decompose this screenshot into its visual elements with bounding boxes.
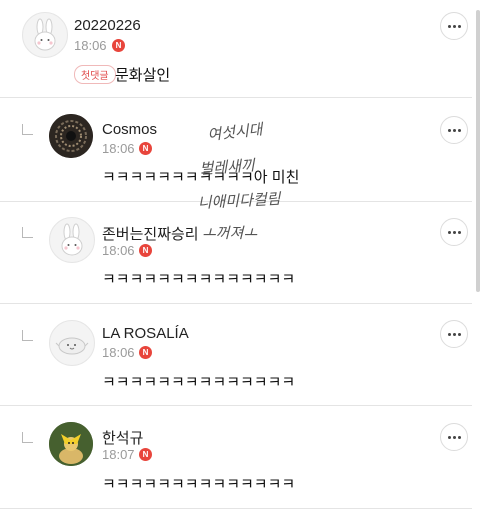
new-badge: N bbox=[139, 448, 152, 461]
comment-author[interactable]: LA ROSALÍA bbox=[102, 325, 189, 342]
avatar[interactable] bbox=[49, 217, 95, 263]
reply-indent-icon bbox=[22, 330, 33, 341]
more-dots-icon bbox=[453, 129, 456, 132]
more-options-button[interactable] bbox=[440, 218, 468, 246]
new-badge: N bbox=[139, 142, 152, 155]
comment-author[interactable]: 존버는진짜승리 bbox=[102, 223, 199, 244]
new-badge: N bbox=[139, 244, 152, 257]
more-dots-icon bbox=[448, 231, 451, 234]
new-badge: N bbox=[139, 346, 152, 359]
more-dots-icon bbox=[453, 436, 456, 439]
first-comment-tag: 첫댓글 bbox=[74, 65, 116, 84]
divider bbox=[0, 508, 472, 509]
more-options-button[interactable] bbox=[440, 116, 468, 144]
divider bbox=[0, 201, 472, 202]
new-badge: N bbox=[112, 39, 125, 52]
comment-text: ㅋㅋㅋㅋㅋㅋㅋㅋㅋㅋㅋㅋㅋㅋ bbox=[102, 374, 296, 391]
comment-time: 18:06 bbox=[102, 243, 135, 258]
divider bbox=[0, 97, 472, 98]
more-dots-icon bbox=[448, 25, 451, 28]
seal-avatar-icon bbox=[55, 337, 89, 355]
comment-text: ㅋㅋㅋㅋㅋㅋㅋㅋㅋㅋㅋ아 미친 bbox=[102, 169, 300, 186]
reply-indent-icon bbox=[22, 124, 33, 135]
handwriting-line: 여섯시대 bbox=[207, 120, 266, 144]
more-options-button[interactable] bbox=[440, 12, 468, 40]
comment-text: 문화살인 bbox=[115, 67, 171, 84]
avatar[interactable] bbox=[22, 12, 68, 58]
reply-indent-icon bbox=[22, 432, 33, 443]
comment-text: ㅋㅋㅋㅋㅋㅋㅋㅋㅋㅋㅋㅋㅋㅋ bbox=[102, 271, 296, 288]
comment-author[interactable]: Cosmos bbox=[102, 121, 157, 138]
more-dots-icon bbox=[458, 231, 461, 234]
comment-time: 18:06 bbox=[74, 38, 107, 53]
more-dots-icon bbox=[453, 25, 456, 28]
more-dots-icon bbox=[458, 436, 461, 439]
comment-author[interactable]: 한석규 bbox=[102, 427, 143, 448]
divider bbox=[0, 303, 472, 304]
comment-time: 18:07 bbox=[102, 447, 135, 462]
more-options-button[interactable] bbox=[440, 320, 468, 348]
handwriting-line: ㅗ꺼져ㅗ bbox=[202, 224, 257, 242]
comment-text: ㅋㅋㅋㅋㅋㅋㅋㅋㅋㅋㅋㅋㅋㅋ bbox=[102, 476, 296, 493]
more-options-button[interactable] bbox=[440, 423, 468, 451]
comment-author[interactable]: 20220226 bbox=[74, 17, 141, 34]
reply-indent-icon bbox=[22, 227, 33, 238]
rabbit-avatar-icon bbox=[34, 18, 56, 51]
spiral-galaxy-avatar bbox=[49, 114, 93, 158]
comment-time: 18:06 bbox=[102, 141, 135, 156]
more-dots-icon bbox=[458, 333, 461, 336]
more-dots-icon bbox=[453, 231, 456, 234]
avatar[interactable] bbox=[49, 320, 95, 366]
chick-photo-avatar bbox=[49, 422, 93, 466]
scrollbar[interactable] bbox=[476, 10, 480, 292]
avatar[interactable] bbox=[49, 422, 93, 466]
more-dots-icon bbox=[453, 333, 456, 336]
more-dots-icon bbox=[458, 129, 461, 132]
avatar[interactable] bbox=[49, 114, 93, 158]
more-dots-icon bbox=[458, 25, 461, 28]
comment-time: 18:06 bbox=[102, 345, 135, 360]
more-dots-icon bbox=[448, 333, 451, 336]
rabbit-avatar-icon bbox=[61, 223, 83, 256]
more-dots-icon bbox=[448, 436, 451, 439]
divider bbox=[0, 405, 472, 406]
more-dots-icon bbox=[448, 129, 451, 132]
